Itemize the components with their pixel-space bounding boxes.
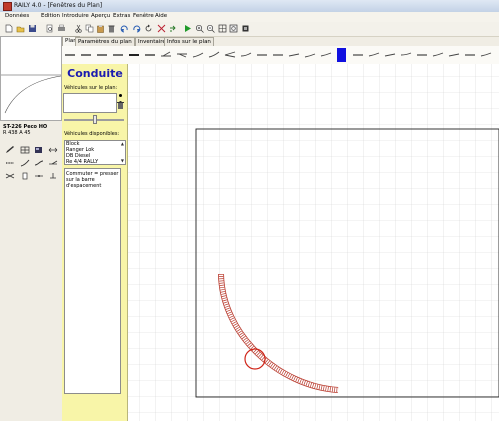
move-arrows-icon[interactable] bbox=[48, 146, 58, 154]
track-right-turnout-icon[interactable] bbox=[176, 49, 188, 60]
scissors-icon[interactable] bbox=[157, 24, 166, 33]
track-curve-icon[interactable] bbox=[192, 49, 204, 60]
tab-bar: Plan Paramètres du plan Inventaire Infos… bbox=[62, 36, 499, 46]
open-folder-icon[interactable] bbox=[16, 24, 25, 33]
scroll-down-icon[interactable]: ▼ bbox=[121, 159, 124, 163]
track-straight-icon[interactable] bbox=[272, 49, 284, 60]
vehicles-available-label: Véhicules disponibles: bbox=[64, 131, 120, 137]
track-curve-icon[interactable] bbox=[208, 49, 220, 60]
paste-icon[interactable] bbox=[96, 24, 105, 33]
menu-extras[interactable]: Extras bbox=[113, 13, 130, 19]
buffer-stop-icon[interactable] bbox=[20, 172, 30, 180]
cut-icon[interactable] bbox=[74, 24, 83, 33]
palette-selected-item[interactable] bbox=[337, 48, 346, 62]
print-preview-icon[interactable] bbox=[45, 24, 54, 33]
menu-apercu[interactable]: Aperçu bbox=[91, 13, 110, 19]
grid-background bbox=[128, 64, 499, 421]
copy-icon[interactable] bbox=[85, 24, 94, 33]
track-curve-icon[interactable] bbox=[304, 49, 316, 60]
zoom-window-icon[interactable] bbox=[229, 24, 238, 33]
track-spec: R 438 A 45 bbox=[3, 130, 31, 136]
zoom-out-icon[interactable] bbox=[206, 24, 215, 33]
track-curve-icon[interactable] bbox=[432, 49, 444, 60]
connector-icon[interactable] bbox=[34, 172, 44, 180]
save-icon[interactable] bbox=[28, 24, 37, 33]
track-straight-icon[interactable] bbox=[464, 49, 476, 60]
track-info: ST-226 Peco HO R 438 A 45 bbox=[3, 124, 47, 136]
track-curve-icon[interactable] bbox=[480, 49, 492, 60]
undo-icon[interactable] bbox=[120, 24, 129, 33]
track-straight-icon[interactable] bbox=[80, 49, 92, 60]
track-preview bbox=[0, 36, 62, 121]
track-straight-icon[interactable] bbox=[352, 49, 364, 60]
grid-icon[interactable] bbox=[20, 146, 30, 154]
speed-slider-thumb[interactable] bbox=[93, 115, 97, 124]
track-straight-icon[interactable] bbox=[96, 49, 108, 60]
panel-title: Conduite bbox=[67, 67, 123, 80]
track-y-turnout-icon[interactable] bbox=[224, 49, 236, 60]
tab-parametres[interactable]: Paramètres du plan bbox=[75, 37, 135, 46]
toolbar bbox=[0, 22, 499, 37]
help-text: Commuter = presser sur la barre d'espace… bbox=[66, 171, 119, 189]
vehicles-on-plan-list[interactable] bbox=[63, 93, 117, 113]
menu-donnees[interactable]: Données bbox=[5, 13, 29, 19]
straight-track-icon[interactable] bbox=[5, 159, 15, 167]
menu-edition[interactable]: Edition bbox=[41, 13, 60, 19]
list-item[interactable]: Re 4/4 RALLY bbox=[65, 159, 125, 164]
track-curve-icon[interactable] bbox=[240, 49, 252, 60]
track-curve-icon[interactable] bbox=[384, 49, 396, 60]
track-left-turnout-icon[interactable] bbox=[160, 49, 172, 60]
curve-track-icon[interactable] bbox=[20, 159, 30, 167]
help-text-box: Commuter = presser sur la barre d'espace… bbox=[64, 168, 121, 394]
vehicles-available-list[interactable]: Block Ranger Lok DB Diesel Re 4/4 RALLY … bbox=[64, 140, 126, 165]
signal-icon[interactable] bbox=[48, 172, 58, 180]
app-icon bbox=[3, 2, 12, 11]
trash-icon[interactable] bbox=[117, 101, 124, 109]
track-curve-icon[interactable] bbox=[288, 49, 300, 60]
menu-introduire[interactable]: Introduire bbox=[62, 13, 89, 19]
crossing-icon[interactable] bbox=[5, 172, 15, 180]
new-file-icon[interactable] bbox=[4, 24, 13, 33]
scroll-up-icon[interactable]: ▲ bbox=[121, 142, 124, 146]
switch-track-icon[interactable] bbox=[48, 159, 58, 167]
menu-aide[interactable]: Aide bbox=[155, 13, 167, 19]
zoom-in-icon[interactable] bbox=[195, 24, 204, 33]
window-title: RAILY 4.0 - [Fenêtres du Plan] bbox=[14, 2, 103, 9]
pencil-icon[interactable] bbox=[5, 146, 15, 154]
menu-fenetre[interactable]: Fenêtre bbox=[133, 13, 154, 19]
track-straight-icon[interactable] bbox=[112, 49, 124, 60]
track-curve-icon[interactable] bbox=[448, 49, 460, 60]
tab-infos[interactable]: Infos sur le plan bbox=[164, 37, 214, 46]
track-curve-icon[interactable] bbox=[320, 49, 332, 60]
flex-track-icon[interactable] bbox=[34, 159, 44, 167]
pin-icon[interactable] bbox=[119, 94, 122, 97]
rotate-icon[interactable] bbox=[144, 24, 153, 33]
conduite-panel: Conduite Véhicules sur le plan: Véhicule… bbox=[62, 64, 128, 421]
track-short-straight-icon[interactable] bbox=[144, 49, 156, 60]
plan-drawing[interactable] bbox=[128, 64, 499, 421]
redo-icon[interactable] bbox=[132, 24, 141, 33]
track-curve-icon[interactable] bbox=[368, 49, 380, 60]
mirror-icon[interactable] bbox=[168, 24, 177, 33]
track-long-straight-icon[interactable] bbox=[128, 49, 140, 60]
track-straight-icon[interactable] bbox=[64, 49, 76, 60]
track-straight-icon[interactable] bbox=[256, 49, 268, 60]
zoom-fit-icon[interactable] bbox=[218, 24, 227, 33]
refresh-icon[interactable] bbox=[241, 24, 250, 33]
properties-icon[interactable] bbox=[34, 146, 44, 154]
track-palette bbox=[62, 46, 499, 65]
play-icon[interactable] bbox=[183, 24, 192, 33]
delete-icon[interactable] bbox=[107, 24, 116, 33]
track-curve-icon[interactable] bbox=[400, 49, 412, 60]
plan-canvas[interactable] bbox=[128, 64, 499, 421]
print-icon[interactable] bbox=[57, 24, 66, 33]
vehicles-on-plan-label: Véhicules sur le plan: bbox=[64, 85, 118, 91]
track-straight-icon[interactable] bbox=[416, 49, 428, 60]
